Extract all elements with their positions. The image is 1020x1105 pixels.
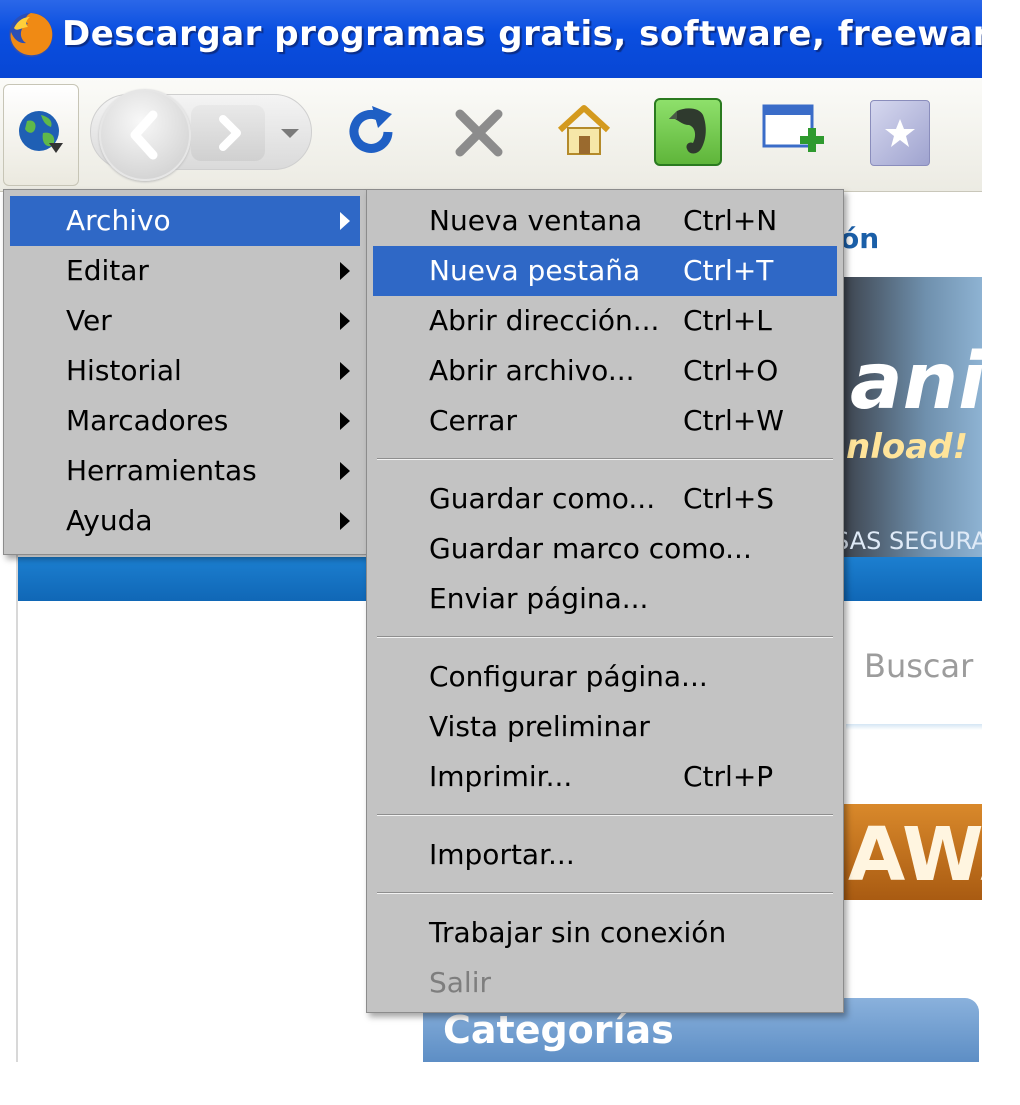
menu-item-label: Editar (66, 254, 149, 287)
menu-item-abrir-archivo[interactable]: Abrir archivo... Ctrl+O (373, 346, 837, 396)
bookmarks-button[interactable] (870, 100, 930, 166)
menu-item-label: Configurar página... (429, 660, 708, 693)
menu-item-nueva-ventana[interactable]: Nueva ventana Ctrl+N (373, 196, 837, 246)
menu-item-nueva-pestana[interactable]: Nueva pestaña Ctrl+T (373, 246, 837, 296)
menu-item-shortcut: Ctrl+O (683, 354, 779, 387)
menu-item-shortcut: Ctrl+N (683, 204, 778, 237)
menu-item-herramientas[interactable]: Herramientas (10, 446, 360, 496)
archivo-submenu: Nueva ventana Ctrl+N Nueva pestaña Ctrl+… (366, 189, 844, 1013)
menu-item-cerrar[interactable]: Cerrar Ctrl+W (373, 396, 837, 446)
forward-icon (219, 115, 241, 151)
menu-item-historial[interactable]: Historial (10, 346, 360, 396)
menu-item-configurar-pagina[interactable]: Configurar página... (373, 652, 837, 702)
submenu-arrow-icon (340, 212, 350, 230)
back-icon (130, 110, 158, 160)
menu-item-marcadores[interactable]: Marcadores (10, 396, 360, 446)
menu-item-label: Nueva ventana (429, 204, 643, 237)
menu-item-enviar-pagina[interactable]: Enviar página... (373, 574, 837, 624)
page-link-fragment[interactable]: ón (840, 222, 879, 255)
back-forward-group (90, 89, 312, 181)
menu-item-trabajar-sin-conexion[interactable]: Trabajar sin conexión (373, 908, 837, 958)
forward-button[interactable] (191, 105, 265, 161)
site-slogan-text: nload! (846, 427, 969, 467)
menu-item-label: Enviar página... (429, 582, 649, 615)
menu-item-shortcut: Ctrl+W (683, 404, 784, 437)
submenu-arrow-icon (340, 412, 350, 430)
menu-item-ayuda[interactable]: Ayuda (10, 496, 360, 546)
menu-item-label: Cerrar (429, 404, 517, 437)
menu-item-archivo[interactable]: Archivo (10, 196, 360, 246)
menu-separator (377, 814, 833, 816)
promo-banner[interactable]: AWA (838, 804, 982, 900)
menu-item-shortcut: Ctrl+P (683, 760, 774, 793)
submenu-arrow-icon (340, 312, 350, 330)
menu-item-label: Imprimir... (429, 760, 573, 793)
submenu-arrow-icon (340, 462, 350, 480)
firefox-main-menu: Archivo Editar Ver Historial Marcadores … (3, 189, 367, 555)
firefox-menu-button[interactable] (3, 84, 79, 186)
window-title: Descargar programas gratis, software, fr… (62, 14, 982, 54)
search-underline (846, 724, 982, 730)
menu-item-importar[interactable]: Importar... (373, 830, 837, 880)
menu-item-label: Importar... (429, 838, 575, 871)
menu-item-shortcut: Ctrl+L (683, 304, 772, 337)
menu-item-label: Abrir archivo... (429, 354, 635, 387)
site-tagline-text: SAS SEGURAS (838, 527, 982, 555)
site-logo-text: anic (850, 337, 982, 427)
menu-item-label: Herramientas (66, 454, 257, 487)
submenu-arrow-icon (340, 362, 350, 380)
menu-item-guardar-como[interactable]: Guardar como... Ctrl+S (373, 474, 837, 524)
search-input[interactable]: Buscar (864, 647, 973, 685)
menu-item-shortcut: Ctrl+S (683, 482, 775, 515)
menu-item-label: Trabajar sin conexión (429, 916, 727, 949)
menu-separator (377, 636, 833, 638)
menu-item-ver[interactable]: Ver (10, 296, 360, 346)
home-button[interactable] (554, 100, 614, 164)
menu-separator (377, 458, 833, 460)
menu-item-label: Historial (66, 354, 182, 387)
menu-item-label: Abrir dirección... (429, 304, 660, 337)
reload-icon (349, 106, 393, 153)
back-button[interactable] (99, 89, 191, 181)
menu-item-label: Nueva pestaña (429, 254, 641, 287)
firefox-logo-icon (6, 10, 56, 64)
categories-title: Categorías (443, 1008, 674, 1052)
home-icon (557, 105, 611, 155)
menu-item-label: Archivo (66, 204, 171, 237)
evernote-button[interactable] (654, 98, 722, 166)
menu-item-label: Guardar marco como... (429, 532, 752, 565)
menu-item-label: Salir (429, 966, 492, 999)
site-header-banner: anic nload! SAS SEGURAS (838, 277, 982, 597)
menu-item-label: Vista preliminar (429, 710, 650, 743)
globe-icon (17, 109, 65, 161)
navigation-toolbar (0, 78, 982, 192)
evernote-icon (669, 108, 706, 154)
submenu-arrow-icon (340, 512, 350, 530)
promo-banner-text: AWA (848, 812, 982, 898)
menu-item-editar[interactable]: Editar (10, 246, 360, 296)
menu-item-label: Marcadores (66, 404, 229, 437)
history-dropdown-icon (281, 129, 299, 138)
menu-separator (377, 892, 833, 894)
menu-item-shortcut: Ctrl+T (683, 254, 774, 287)
menu-item-label: Ver (66, 304, 112, 337)
reload-button[interactable] (344, 102, 400, 166)
menu-item-guardar-marco[interactable]: Guardar marco como... (373, 524, 837, 574)
bookmark-star-icon (885, 119, 915, 147)
new-window-button[interactable] (762, 102, 828, 168)
menu-item-abrir-direccion[interactable]: Abrir dirección... Ctrl+L (373, 296, 837, 346)
submenu-arrow-icon (340, 262, 350, 280)
history-dropdown-button[interactable] (279, 125, 301, 144)
menu-item-imprimir[interactable]: Imprimir... Ctrl+P (373, 752, 837, 802)
stop-button[interactable] (452, 106, 506, 164)
menu-item-label: Guardar como... (429, 482, 656, 515)
menu-item-label: Ayuda (66, 504, 153, 537)
menu-item-vista-preliminar[interactable]: Vista preliminar (373, 702, 837, 752)
new-window-icon (762, 104, 824, 152)
title-bar: Descargar programas gratis, software, fr… (0, 0, 982, 78)
stop-icon (455, 109, 503, 157)
menu-item-salir: Salir (373, 958, 837, 1008)
